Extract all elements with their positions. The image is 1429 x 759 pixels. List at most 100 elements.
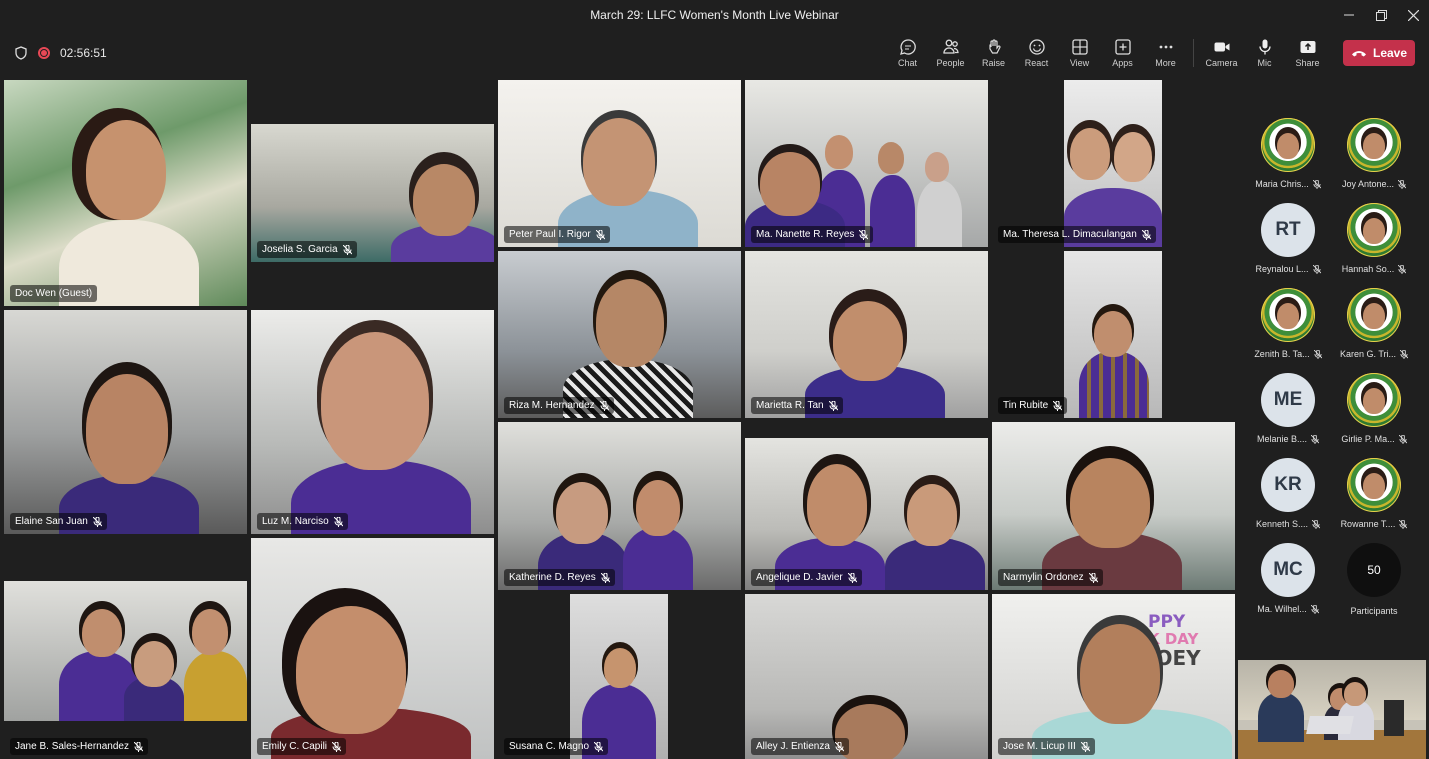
minimize-icon[interactable] <box>1333 0 1365 30</box>
more-button[interactable]: More <box>1144 30 1187 76</box>
participant-name-tag: Marietta R. Tan <box>751 397 843 414</box>
participant-avatar[interactable] <box>1347 203 1401 257</box>
participant-name: Kenneth S.... <box>1255 519 1309 529</box>
mic-muted-icon <box>332 741 342 752</box>
participant-list-name: Kenneth S.... <box>1245 519 1331 529</box>
video-tile[interactable]: Luz M. Narciso <box>251 310 494 534</box>
participant-avatar[interactable] <box>1347 458 1401 512</box>
mic-muted-icon <box>333 516 343 527</box>
participant-list-name: Reynalou L... <box>1245 264 1331 274</box>
participant-figure <box>907 484 957 546</box>
video-feed <box>570 594 668 759</box>
apps-label: Apps <box>1112 58 1133 68</box>
participant-avatar[interactable] <box>1347 288 1401 342</box>
participant-list-name: Rowanne T.... <box>1331 519 1417 529</box>
participant-avatar[interactable]: MC <box>1261 543 1315 597</box>
mic-button[interactable]: Mic <box>1243 30 1286 76</box>
participant-name: Angelique D. Javier <box>756 572 843 583</box>
video-tile[interactable]: Ma. Theresa L. Dimaculangan <box>992 80 1235 247</box>
participant-list-name: Melanie B.... <box>1245 434 1331 444</box>
laptop <box>1306 716 1354 734</box>
participant-name: Zenith B. Ta... <box>1254 349 1310 359</box>
participant-figure <box>321 332 429 470</box>
video-tile[interactable]: Peter Paul I. Rigor <box>498 80 741 247</box>
video-gallery: Doc Wen (Guest) Joselia S. Garcia Peter … <box>0 76 1236 759</box>
video-tile[interactable]: Emily C. Capili <box>251 538 494 759</box>
video-tile[interactable]: Susana C. Magno <box>498 594 741 759</box>
participant-name: Doc Wen (Guest) <box>15 288 93 299</box>
participants-label: Participants <box>1350 606 1398 616</box>
participant-name: Girlie P. Ma... <box>1341 434 1395 444</box>
participant-figure <box>760 152 820 216</box>
participant-name: Jane B. Sales-Hernandez <box>15 741 129 752</box>
wall-decoration: PPY K DAY JOEY <box>1148 613 1232 694</box>
participant-name-tag: Susana C. Magno <box>504 738 609 755</box>
maximize-icon[interactable] <box>1365 0 1397 30</box>
participant-name: Melanie B.... <box>1256 434 1308 444</box>
video-tile[interactable]: Doc Wen (Guest) <box>4 80 247 306</box>
participant-name: Ma. Wilhel... <box>1257 604 1307 614</box>
hand-icon <box>988 39 1001 54</box>
mic-muted-icon <box>1310 604 1319 614</box>
phone-hangup-icon <box>1351 51 1366 57</box>
video-tile[interactable]: PPY K DAY JOEY Jose M. Licup III <box>992 594 1235 759</box>
participant-avatar[interactable]: KR <box>1261 458 1315 512</box>
toolbar-divider <box>1193 39 1194 67</box>
participant-figure <box>917 180 962 247</box>
people-icon <box>942 39 959 54</box>
self-view-video[interactable] <box>1238 660 1426 759</box>
participant-avatar[interactable] <box>1261 288 1315 342</box>
participant-figure <box>925 152 949 182</box>
participant-count-badge[interactable]: 50 <box>1347 543 1401 597</box>
video-feed <box>4 581 247 721</box>
participant-figure <box>833 301 903 381</box>
chair <box>1384 700 1404 736</box>
chat-button[interactable]: Chat <box>886 30 929 76</box>
participant-name-tag: Elaine San Juan <box>10 513 107 530</box>
mic-muted-icon <box>859 229 869 240</box>
avatar-photo <box>1363 388 1385 414</box>
video-tile[interactable]: Narmylin Ordonez <box>992 422 1235 590</box>
participant-avatar[interactable] <box>1347 373 1401 427</box>
video-tile[interactable]: Tin Rubite <box>992 251 1235 418</box>
video-feed <box>1064 80 1162 247</box>
share-button[interactable]: Share <box>1286 30 1329 76</box>
video-tile[interactable]: Joselia S. Garcia <box>251 124 494 262</box>
react-button[interactable]: React <box>1015 30 1058 76</box>
close-icon[interactable] <box>1397 0 1429 30</box>
raise-hand-button[interactable]: Raise <box>972 30 1015 76</box>
video-tile[interactable]: Riza M. Hernandez <box>498 251 741 418</box>
view-button[interactable]: View <box>1058 30 1101 76</box>
video-tile[interactable]: Ma. Nanette R. Reyes <box>745 80 988 247</box>
participant-avatar[interactable] <box>1347 118 1401 172</box>
video-tile[interactable]: Marietta R. Tan <box>745 251 988 418</box>
video-tile[interactable]: Elaine San Juan <box>4 310 247 534</box>
mic-muted-icon <box>1311 434 1320 444</box>
participant-avatar[interactable] <box>1261 118 1315 172</box>
participant-name-tag: Peter Paul I. Rigor <box>504 226 610 243</box>
participant-avatar[interactable]: RT <box>1261 203 1315 257</box>
participant-figure <box>192 609 228 655</box>
participant-list-name: Joy Antone... <box>1331 179 1417 189</box>
mic-muted-icon <box>834 741 844 752</box>
participant-name-tag: Ma. Nanette R. Reyes <box>751 226 874 243</box>
window-controls <box>1333 0 1429 30</box>
participant-avatar[interactable]: ME <box>1261 373 1315 427</box>
avatar-photo <box>1363 473 1385 499</box>
participant-name-tag: Tin Rubite <box>998 397 1068 414</box>
participant-name: Rowanne T.... <box>1340 519 1396 529</box>
mic-muted-icon <box>342 244 352 255</box>
leave-button[interactable]: Leave <box>1343 40 1415 66</box>
participant-figure <box>1344 682 1366 706</box>
mic-muted-icon <box>1398 434 1407 444</box>
video-tile[interactable]: Angelique D. Javier <box>745 438 988 590</box>
video-feed <box>1064 251 1162 418</box>
participant-figure <box>1258 692 1304 742</box>
participant-figure <box>825 135 853 169</box>
video-tile[interactable]: Jane B. Sales-Hernandez <box>4 581 247 759</box>
people-button[interactable]: People <box>929 30 972 76</box>
video-tile[interactable]: Katherine D. Reyes <box>498 422 741 590</box>
apps-button[interactable]: Apps <box>1101 30 1144 76</box>
camera-button[interactable]: Camera <box>1200 30 1243 76</box>
video-tile[interactable]: Alley J. Entienza <box>745 594 988 759</box>
